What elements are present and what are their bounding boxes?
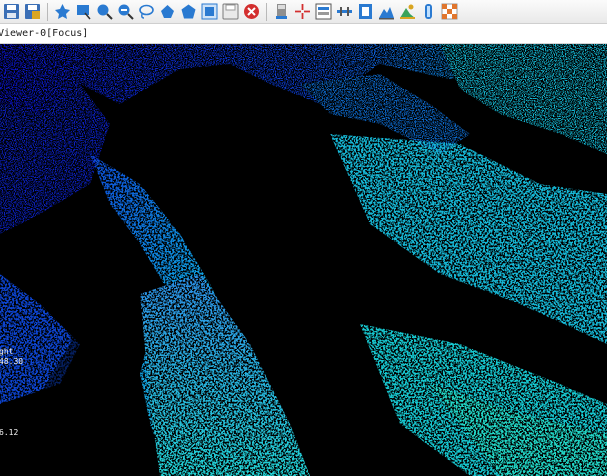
frame-icon[interactable] [356,2,375,22]
crosshair-icon[interactable] [293,2,312,22]
coordinate-value: 48.30 [0,357,24,366]
viewer-tab-label[interactable]: Viewer-0[Focus] [0,28,88,39]
terrain-point-cloud [0,44,607,476]
terrain-icon[interactable] [377,2,396,22]
coordinate-label: ght [0,347,14,356]
coordinate-value: 6.12 [0,428,19,437]
save-icon[interactable] [2,2,21,22]
color-bar-icon[interactable] [419,2,438,22]
save-as-icon[interactable] [23,2,42,22]
toolbar [0,0,607,24]
select-polygon-icon[interactable] [158,2,177,22]
point-cloud-viewport[interactable]: ght 48.30 6.12 [0,44,607,476]
section-icon[interactable] [335,2,354,22]
select-pentagon-icon[interactable] [179,2,198,22]
zoom-in-icon[interactable] [95,2,114,22]
checker-icon[interactable] [440,2,459,22]
lasso-icon[interactable] [137,2,156,22]
cancel-icon[interactable] [242,2,261,22]
zoom-out-icon[interactable] [116,2,135,22]
toolbar-separator [47,2,48,21]
select-rectangle-icon[interactable] [74,2,93,22]
viewer-tab-bar: Viewer-0[Focus] [0,24,607,44]
select-box-icon[interactable] [200,2,219,22]
landscape-icon[interactable] [398,2,417,22]
measure-icon[interactable] [272,2,291,22]
toolbar-separator [266,2,267,21]
profile-icon[interactable] [314,2,333,22]
select-pin-icon[interactable] [53,2,72,22]
save-selection-icon[interactable] [221,2,240,22]
